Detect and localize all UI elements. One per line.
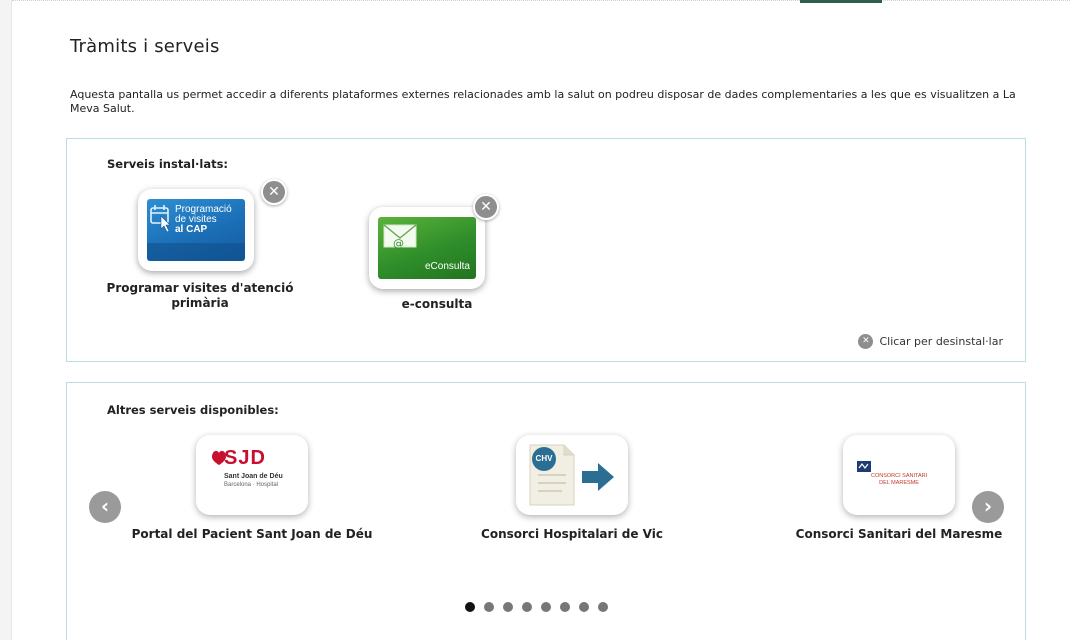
service-label[interactable]: Consorci Hospitalari de Vic — [462, 527, 682, 542]
carousel-dot[interactable] — [522, 602, 532, 612]
installed-service-programar-visites[interactable]: Programació de visites al CAP ✕ Programa… — [95, 179, 305, 319]
carousel-dot[interactable] — [465, 602, 475, 612]
carousel-dot[interactable] — [484, 602, 494, 612]
chv-badge: CHV — [532, 447, 556, 471]
service-tile[interactable]: SJD Sant Joan de Déu Barcelona · Hospita… — [196, 435, 308, 515]
uninstall-hint-text: Clicar per desinstal·lar — [879, 335, 1003, 348]
carousel-dot[interactable] — [598, 602, 608, 612]
installed-services-panel: Serveis instal·lats: Programació de visi… — [66, 138, 1026, 362]
service-tile[interactable]: Programació de visites al CAP — [138, 189, 254, 271]
service-tile[interactable]: CONSORCI SANITARI DEL MARESME — [843, 435, 955, 515]
carousel-dot[interactable] — [560, 602, 570, 612]
carousel-dot[interactable] — [579, 602, 589, 612]
sjd-logo-line2: Barcelona · Hospital — [224, 482, 279, 488]
close-icon: ✕ — [858, 334, 874, 349]
remove-service-button[interactable]: ✕ — [261, 179, 287, 205]
document-arrow-icon — [529, 444, 614, 506]
page-intro: Aquesta pantalla us permet accedir a dif… — [70, 88, 1016, 115]
sjd-logo-line1: Sant Joan de Déu — [224, 473, 283, 480]
available-services-heading: Altres serveis disponibles: — [107, 403, 279, 417]
installed-service-e-consulta[interactable]: @ eConsulta ✕ e-consulta — [347, 194, 527, 317]
service-label[interactable]: Portal del Pacient Sant Joan de Déu — [117, 527, 387, 542]
uninstall-hint: ✕ Clicar per desinstal·lar — [858, 334, 1003, 349]
active-tab-indicator — [800, 0, 882, 3]
tile-text-line: al CAP — [175, 224, 208, 235]
service-tile[interactable]: @ eConsulta — [369, 207, 485, 289]
available-service-sjd[interactable]: SJD Sant Joan de Déu Barcelona · Hospita… — [117, 435, 387, 545]
maresme-logo-line2: DEL MARESME — [879, 480, 919, 486]
econsulta-tile: @ eConsulta — [378, 217, 476, 279]
carousel-dot[interactable] — [503, 602, 513, 612]
installed-services-heading: Serveis instal·lats: — [107, 157, 229, 171]
programacio-visites-tile: Programació de visites al CAP — [147, 199, 245, 261]
tile-text-line: eConsulta — [424, 261, 470, 272]
remove-service-button[interactable]: ✕ — [473, 194, 499, 220]
page-title: Tràmits i serveis — [70, 36, 220, 57]
available-service-maresme[interactable]: CONSORCI SANITARI DEL MARESME Consorci S… — [779, 435, 1019, 545]
maresme-logo-line1: CONSORCI SANITARI — [871, 473, 928, 479]
service-label[interactable]: Programar visites d'atenció primària — [95, 281, 305, 311]
available-services-panel: Altres serveis disponibles: ‹ › SJD Sant… — [66, 382, 1026, 640]
sjd-logo-text: SJD — [224, 447, 266, 469]
left-gutter — [0, 0, 12, 640]
top-divider — [12, 0, 1070, 1]
carousel-pagination — [465, 602, 608, 612]
available-service-chv[interactable]: CHV Consorci Hospitalari de Vic — [462, 435, 682, 545]
service-label[interactable]: Consorci Sanitari del Maresme — [779, 527, 1019, 542]
service-label[interactable]: e-consulta — [347, 297, 527, 312]
svg-text:@: @ — [393, 237, 404, 250]
carousel-dot[interactable] — [541, 602, 551, 612]
service-tile[interactable]: CHV — [516, 435, 628, 515]
